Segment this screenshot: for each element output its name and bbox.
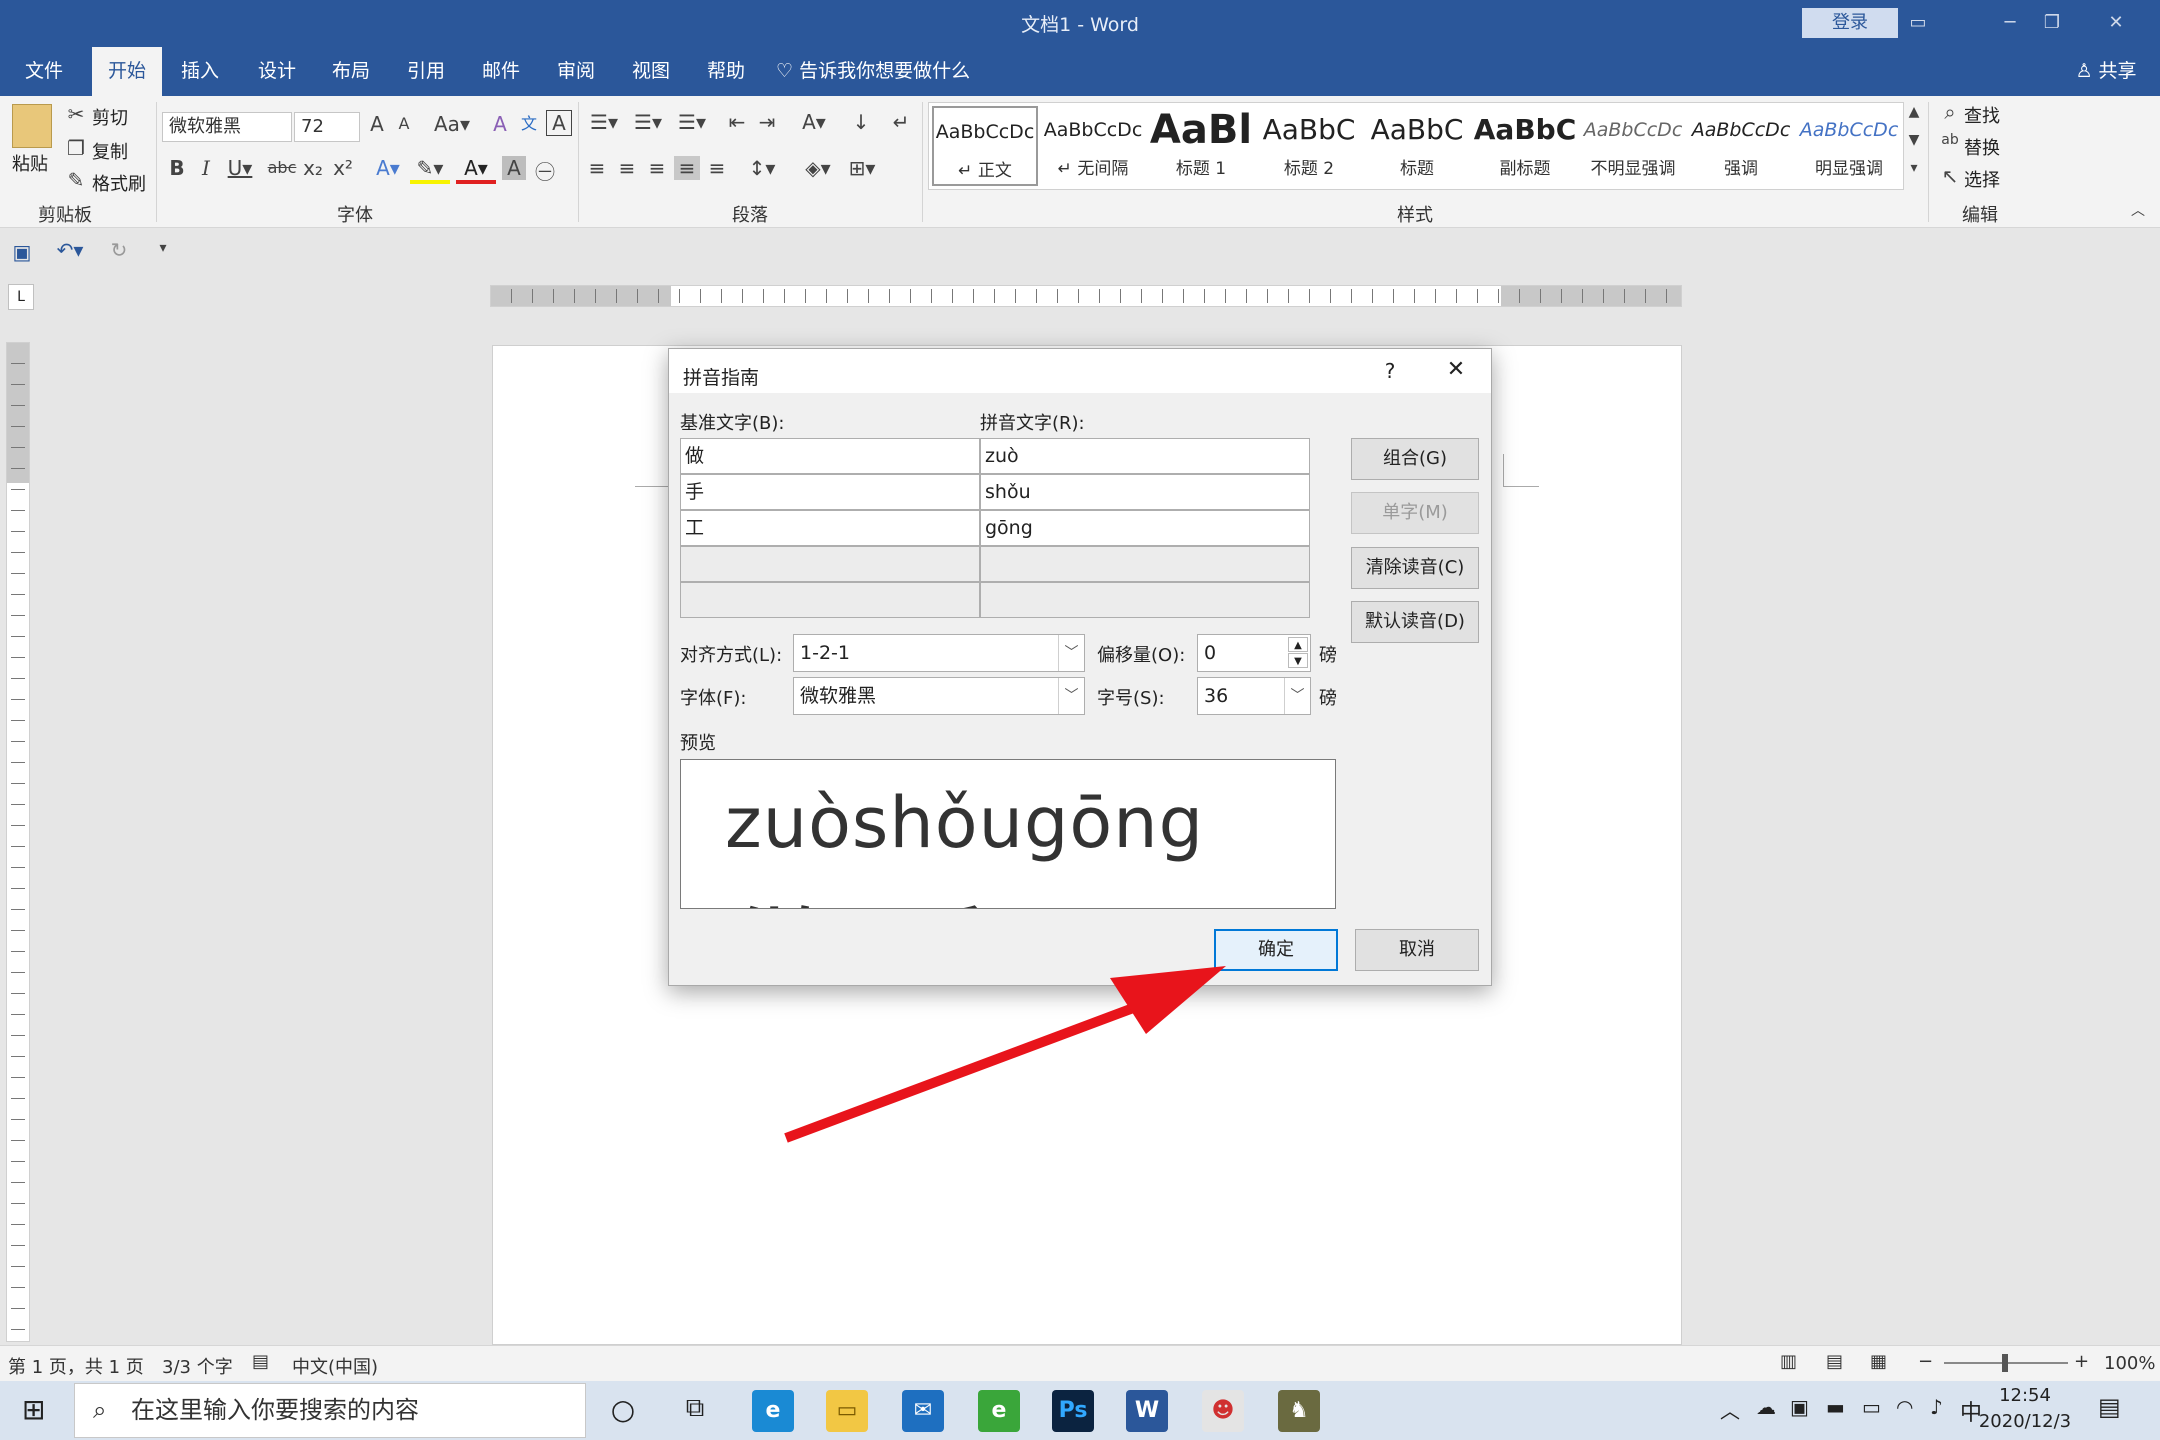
game-app-icon[interactable]: ♞: [1278, 1390, 1320, 1432]
edge-icon[interactable]: e: [752, 1390, 794, 1432]
ie-browser-icon[interactable]: e: [978, 1390, 1020, 1432]
volume-icon[interactable]: ♪: [1930, 1395, 1943, 1419]
mail-icon[interactable]: ✉: [902, 1390, 944, 1432]
taskbar: ⊞ ⌕ 在这里输入你要搜索的内容 ○ ⧉ e ▭ ✉ e Ps W ☻ ♞ ︿ …: [0, 1381, 2160, 1440]
web-layout-icon[interactable]: ▦: [1870, 1351, 1887, 1372]
page-count[interactable]: 第 1 页，共 1 页: [8, 1353, 144, 1379]
zoom-out-icon[interactable]: −: [1918, 1351, 1933, 1372]
annotation-arrow: [784, 966, 1226, 1143]
arrow-shaft: [784, 993, 1162, 1143]
proofing-icon[interactable]: ▤: [252, 1351, 269, 1372]
notification-icon[interactable]: ▤: [2098, 1393, 2121, 1421]
zoom-level[interactable]: 100%: [2104, 1353, 2155, 1374]
clock-date[interactable]: 2020/12/3: [1970, 1411, 2080, 1432]
search-icon: ⌕: [93, 1396, 107, 1424]
qq-icon[interactable]: ☻: [1202, 1390, 1244, 1432]
windows-start-icon[interactable]: ⊞: [22, 1395, 52, 1425]
word-count[interactable]: 3/3 个字: [162, 1353, 233, 1379]
photoshop-icon[interactable]: Ps: [1052, 1390, 1094, 1432]
task-view-icon[interactable]: ⧉: [678, 1393, 712, 1424]
search-placeholder: 在这里输入你要搜索的内容: [131, 1396, 419, 1424]
status-bar: 第 1 页，共 1 页 3/3 个字 ▤ 中文(中国) ▥ ▤ ▦ − + 10…: [0, 1345, 2160, 1381]
file-explorer-icon[interactable]: ▭: [826, 1390, 868, 1432]
onedrive-icon[interactable]: ☁: [1756, 1395, 1776, 1419]
taskbar-search-input[interactable]: ⌕ 在这里输入你要搜索的内容: [74, 1383, 586, 1438]
clock-time[interactable]: 12:54: [1980, 1385, 2070, 1406]
zoom-thumb[interactable]: [2002, 1354, 2008, 1372]
read-mode-icon[interactable]: ▥: [1780, 1351, 1797, 1372]
word-icon[interactable]: W: [1126, 1390, 1168, 1432]
print-layout-icon[interactable]: ▤: [1826, 1351, 1843, 1372]
battery-icon[interactable]: ▬: [1826, 1395, 1845, 1419]
cortana-icon[interactable]: ○: [606, 1393, 640, 1426]
network-status-icon[interactable]: ▣: [1790, 1395, 1809, 1419]
tray-chevron-up-icon[interactable]: ︿: [1720, 1395, 1740, 1424]
folder-tray-icon[interactable]: ▭: [1862, 1395, 1881, 1419]
language-indicator[interactable]: 中文(中国): [292, 1353, 378, 1379]
zoom-in-icon[interactable]: +: [2074, 1351, 2089, 1372]
wifi-icon[interactable]: ◠: [1896, 1395, 1913, 1419]
arrow-head: [1110, 966, 1226, 1034]
